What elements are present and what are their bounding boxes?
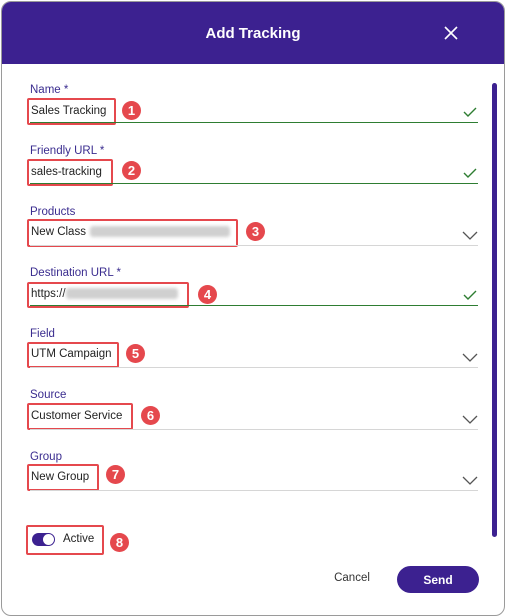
- redacted-text: [65, 288, 178, 300]
- destination-url-underline: [30, 305, 478, 306]
- scrollbar[interactable]: [492, 83, 497, 537]
- destination-url-field[interactable]: Destination URL * https:// 4: [27, 267, 478, 312]
- dialog-header: Add Tracking: [2, 2, 504, 64]
- products-value-text: New Class: [31, 226, 86, 238]
- chevron-down-icon[interactable]: [462, 352, 478, 364]
- friendly-url-underline: [30, 183, 478, 184]
- source-select[interactable]: Source Customer Service 6: [27, 389, 478, 434]
- name-label: Name *: [30, 84, 69, 96]
- active-toggle[interactable]: Active 8: [26, 525, 133, 555]
- group-underline: [30, 490, 478, 491]
- annotation-badge-8: 8: [110, 533, 129, 552]
- friendly-url-field[interactable]: Friendly URL * sales-tracking 2: [27, 145, 478, 190]
- source-label: Source: [30, 389, 67, 401]
- name-input[interactable]: Sales Tracking: [31, 105, 106, 117]
- field-label: Field: [30, 328, 55, 340]
- group-select[interactable]: Group New Group 7: [27, 451, 478, 496]
- name-underline: [30, 122, 478, 123]
- source-select-value[interactable]: Customer Service: [31, 410, 122, 422]
- close-icon[interactable]: [443, 25, 459, 41]
- annotation-badge-4: 4: [198, 285, 217, 304]
- annotation-badge-1: 1: [122, 101, 141, 120]
- field-underline: [30, 367, 478, 368]
- send-button[interactable]: Send: [397, 566, 479, 593]
- destination-url-text: https://: [31, 288, 66, 300]
- check-icon: [463, 168, 477, 178]
- field-select[interactable]: Field UTM Campaign 5: [27, 328, 478, 373]
- group-label: Group: [30, 451, 62, 463]
- annotation-badge-7: 7: [106, 465, 125, 484]
- add-tracking-dialog: Add Tracking Name * Sales Tracking 1 Fri…: [1, 1, 505, 616]
- annotation-badge-6: 6: [141, 406, 160, 425]
- products-label: Products: [30, 206, 76, 218]
- chevron-down-icon[interactable]: [462, 475, 478, 487]
- check-icon: [463, 290, 477, 300]
- toggle-knob: [43, 534, 54, 545]
- annotation-badge-5: 5: [126, 344, 145, 363]
- dialog-title: Add Tracking: [205, 25, 301, 42]
- friendly-url-label: Friendly URL *: [30, 145, 105, 157]
- products-select-value[interactable]: New Class: [31, 226, 230, 238]
- products-field[interactable]: Products New Class 3: [27, 206, 478, 251]
- cancel-button[interactable]: Cancel: [327, 572, 377, 584]
- check-icon: [463, 107, 477, 117]
- destination-url-input[interactable]: https://: [31, 288, 178, 300]
- name-field[interactable]: Name * Sales Tracking 1: [27, 84, 478, 129]
- chevron-down-icon[interactable]: [462, 230, 478, 242]
- group-select-value[interactable]: New Group: [31, 471, 89, 483]
- field-select-value[interactable]: UTM Campaign: [31, 348, 112, 360]
- annotation-badge-2: 2: [122, 161, 141, 180]
- friendly-url-input[interactable]: sales-tracking: [31, 166, 102, 178]
- toggle-switch[interactable]: [32, 533, 55, 546]
- products-underline: [30, 245, 478, 246]
- source-underline: [30, 429, 478, 430]
- destination-url-label: Destination URL *: [30, 267, 121, 279]
- toggle-label: Active: [63, 533, 95, 545]
- annotation-badge-3: 3: [246, 222, 265, 241]
- chevron-down-icon[interactable]: [462, 414, 478, 426]
- redacted-text: [89, 226, 230, 238]
